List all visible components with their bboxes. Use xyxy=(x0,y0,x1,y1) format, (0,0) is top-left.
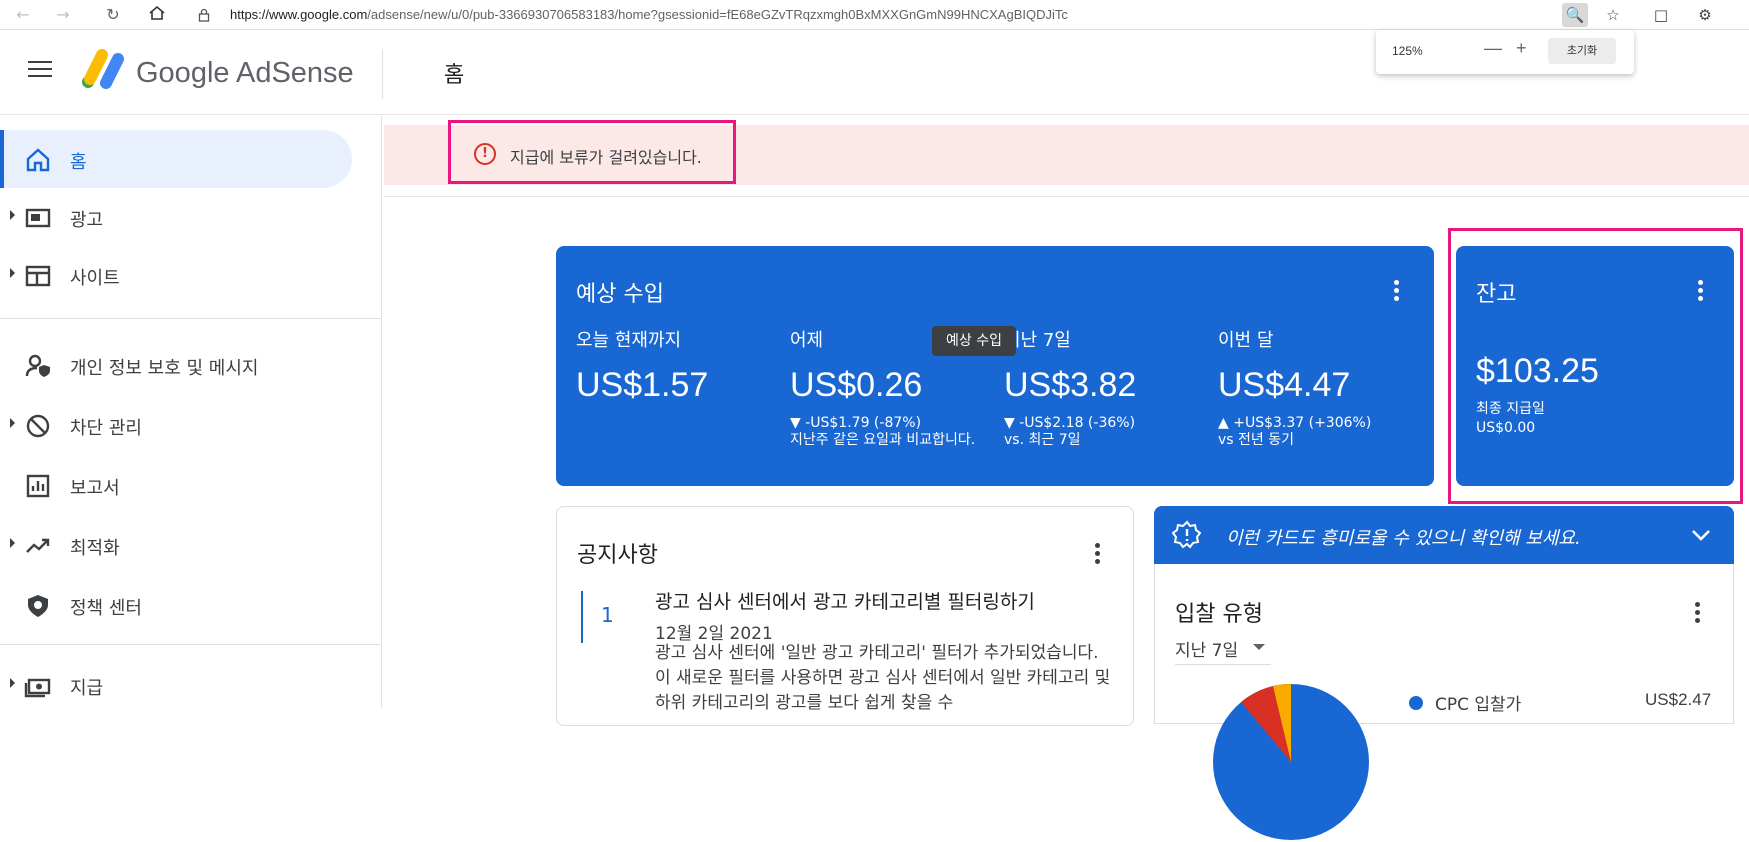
sidebar-item-sites[interactable]: 사이트 xyxy=(0,246,352,304)
expand-arrow-icon xyxy=(10,418,15,428)
metric-value: US$1.57 xyxy=(576,366,709,404)
privacy-icon xyxy=(25,354,50,377)
notice-number: 1 xyxy=(601,603,614,627)
ads-icon xyxy=(25,208,51,228)
metric-delta: ▼ -US$1.79 (-87%) xyxy=(790,415,922,431)
new-badge-icon xyxy=(1172,520,1202,549)
extensions-icon[interactable]: ⚙ xyxy=(1692,3,1718,27)
sites-icon xyxy=(25,265,51,287)
sidebar-item-label: 광고 xyxy=(70,210,104,231)
optimization-icon xyxy=(26,538,50,553)
sidebar-item-label: 사이트 xyxy=(70,268,120,289)
adsense-logo-icon xyxy=(82,49,124,89)
policy-icon xyxy=(28,595,48,617)
sidebar: 홈 광고 사이트 개인 정보 보호 및 메시지 차단 관리 보고서 최적화 정책… xyxy=(0,116,382,708)
metric-note: vs 전년 동기 xyxy=(1218,432,1294,448)
app-header: Google AdSense 홈 xyxy=(0,31,1749,115)
notices-card: 공지사항 1 광고 심사 센터에서 광고 카테고리별 필터링하기 12월 2일 … xyxy=(556,506,1134,726)
earnings-title: 예상 수입 xyxy=(576,282,664,307)
date-range-select[interactable]: 지난 7일 xyxy=(1175,636,1238,661)
error-icon: ! xyxy=(474,143,496,165)
forward-icon[interactable]: → xyxy=(52,4,74,26)
header-divider xyxy=(382,49,383,99)
tooltip: 예상 수입 xyxy=(932,326,1016,356)
sidebar-divider xyxy=(0,644,382,645)
metric-last-7-days: 지난 7일 US$3.82 ▼ -US$2.18 (-36%) vs. 최근 7… xyxy=(1004,326,1214,449)
browser-toolbar: ← → ↻ https://www.google.com/adsense/new… xyxy=(0,0,1749,30)
notice-indicator xyxy=(581,591,583,643)
url-host: https://www.google.com xyxy=(230,7,368,22)
sidebar-item-policy[interactable]: 정책 센터 xyxy=(0,576,352,634)
legend-label: CPC 입찰가 xyxy=(1435,695,1522,715)
more-vert-icon[interactable] xyxy=(1695,602,1701,624)
url-text: https://www.google.com/adsense/new/u/0/p… xyxy=(230,4,1068,26)
metric-label: 지난 7일 xyxy=(1004,330,1071,351)
more-vert-icon[interactable] xyxy=(1394,280,1400,302)
expand-arrow-icon xyxy=(10,210,15,220)
sidebar-item-reports[interactable]: 보고서 xyxy=(0,456,352,514)
reports-icon xyxy=(26,474,50,498)
favorites-icon[interactable]: ☆ xyxy=(1600,3,1626,27)
page-title: 홈 xyxy=(444,63,465,88)
metric-note: vs. 최근 7일 xyxy=(1004,432,1081,448)
chevron-down-icon[interactable] xyxy=(1690,524,1712,546)
back-icon[interactable]: ← xyxy=(12,4,34,26)
sidebar-item-payments[interactable]: 지급 xyxy=(0,656,352,714)
sidebar-item-privacy[interactable]: 개인 정보 보호 및 메시지 xyxy=(0,336,352,394)
block-icon xyxy=(26,414,50,438)
metric-label: 이번 달 xyxy=(1218,330,1274,351)
home-browser-icon[interactable] xyxy=(146,4,168,26)
sidebar-item-optimization[interactable]: 최적화 xyxy=(0,516,352,574)
date-range-underline xyxy=(1175,664,1271,665)
sidebar-item-ads[interactable]: 광고 xyxy=(0,188,352,246)
payments-icon xyxy=(24,678,51,698)
dropdown-arrow-icon[interactable] xyxy=(1253,644,1265,650)
bid-types-card: 입찰 유형 지난 7일 CPC 입찰가 US$2.47 xyxy=(1154,564,1734,840)
expand-arrow-icon xyxy=(10,268,15,278)
estimated-earnings-card: 예상 수입 오늘 현재까지 US$1.57 어제 US$0.26 ▼ -US$1… xyxy=(556,246,1434,486)
url-path: /adsense/new/u/0/pub-3366930706583183/ho… xyxy=(367,7,1068,22)
sidebar-divider xyxy=(0,318,382,319)
sidebar-item-label: 보고서 xyxy=(70,478,120,499)
menu-icon[interactable] xyxy=(28,61,52,81)
notice-body: 광고 심사 센터에 '일반 광고 카테고리' 필터가 추가되었습니다. 이 새로… xyxy=(655,643,1111,713)
notice-headline[interactable]: 광고 심사 센터에서 광고 카테고리별 필터링하기 xyxy=(655,587,1035,614)
expand-arrow-icon xyxy=(10,678,15,688)
suggestion-bar[interactable]: 이런 카드도 흥미로울 수 있으니 확인해 보세요. xyxy=(1154,506,1734,564)
sidebar-item-label: 차단 관리 xyxy=(70,418,142,439)
sidebar-item-label: 지급 xyxy=(70,678,104,699)
notices-title: 공지사항 xyxy=(577,543,658,568)
sidebar-item-home[interactable]: 홈 xyxy=(0,130,352,188)
metric-value: US$0.26 xyxy=(790,366,923,404)
home-icon xyxy=(26,148,50,172)
bid-type-pie-chart xyxy=(1213,683,1369,840)
sidebar-item-label: 최적화 xyxy=(70,538,120,559)
metric-delta: ▲ +US$3.37 (+306%) xyxy=(1218,415,1372,431)
metric-this-month: 이번 달 US$4.47 ▲ +US$3.37 (+306%) vs 전년 동기 xyxy=(1218,326,1428,449)
metric-today: 오늘 현재까지 US$1.57 xyxy=(576,326,786,405)
alert-message[interactable]: 지급에 보류가 걸려있습니다. xyxy=(510,144,702,168)
metric-note: 지난주 같은 요일과 비교합니다. xyxy=(790,432,976,448)
more-vert-icon[interactable] xyxy=(1095,543,1101,565)
legend-value: US$2.47 xyxy=(1645,690,1712,709)
metric-label: 오늘 현재까지 xyxy=(576,330,682,351)
brand-name: Google AdSense xyxy=(136,57,354,89)
expand-arrow-icon xyxy=(10,538,15,548)
sidebar-item-label: 홈 xyxy=(70,152,87,173)
address-bar[interactable]: https://www.google.com/adsense/new/u/0/p… xyxy=(196,4,1536,26)
suggestion-text: 이런 카드도 흥미로울 수 있으니 확인해 보세요. xyxy=(1226,528,1581,549)
bid-types-title: 입찰 유형 xyxy=(1175,602,1263,627)
metric-value: US$4.47 xyxy=(1218,366,1351,404)
metric-value: US$3.82 xyxy=(1004,366,1137,404)
sidebar-item-label: 개인 정보 보호 및 메시지 xyxy=(70,358,259,379)
zoom-icon[interactable]: 🔍 xyxy=(1562,3,1588,27)
lock-icon xyxy=(198,4,210,29)
page-icon[interactable]: □ xyxy=(1648,3,1674,27)
sidebar-item-label: 정책 센터 xyxy=(70,598,142,619)
content-divider xyxy=(384,196,1749,197)
balance-highlight xyxy=(1448,228,1743,504)
metric-delta: ▼ -US$2.18 (-36%) xyxy=(1004,415,1136,431)
reload-icon[interactable]: ↻ xyxy=(102,4,124,26)
sidebar-item-blocking[interactable]: 차단 관리 xyxy=(0,396,352,454)
